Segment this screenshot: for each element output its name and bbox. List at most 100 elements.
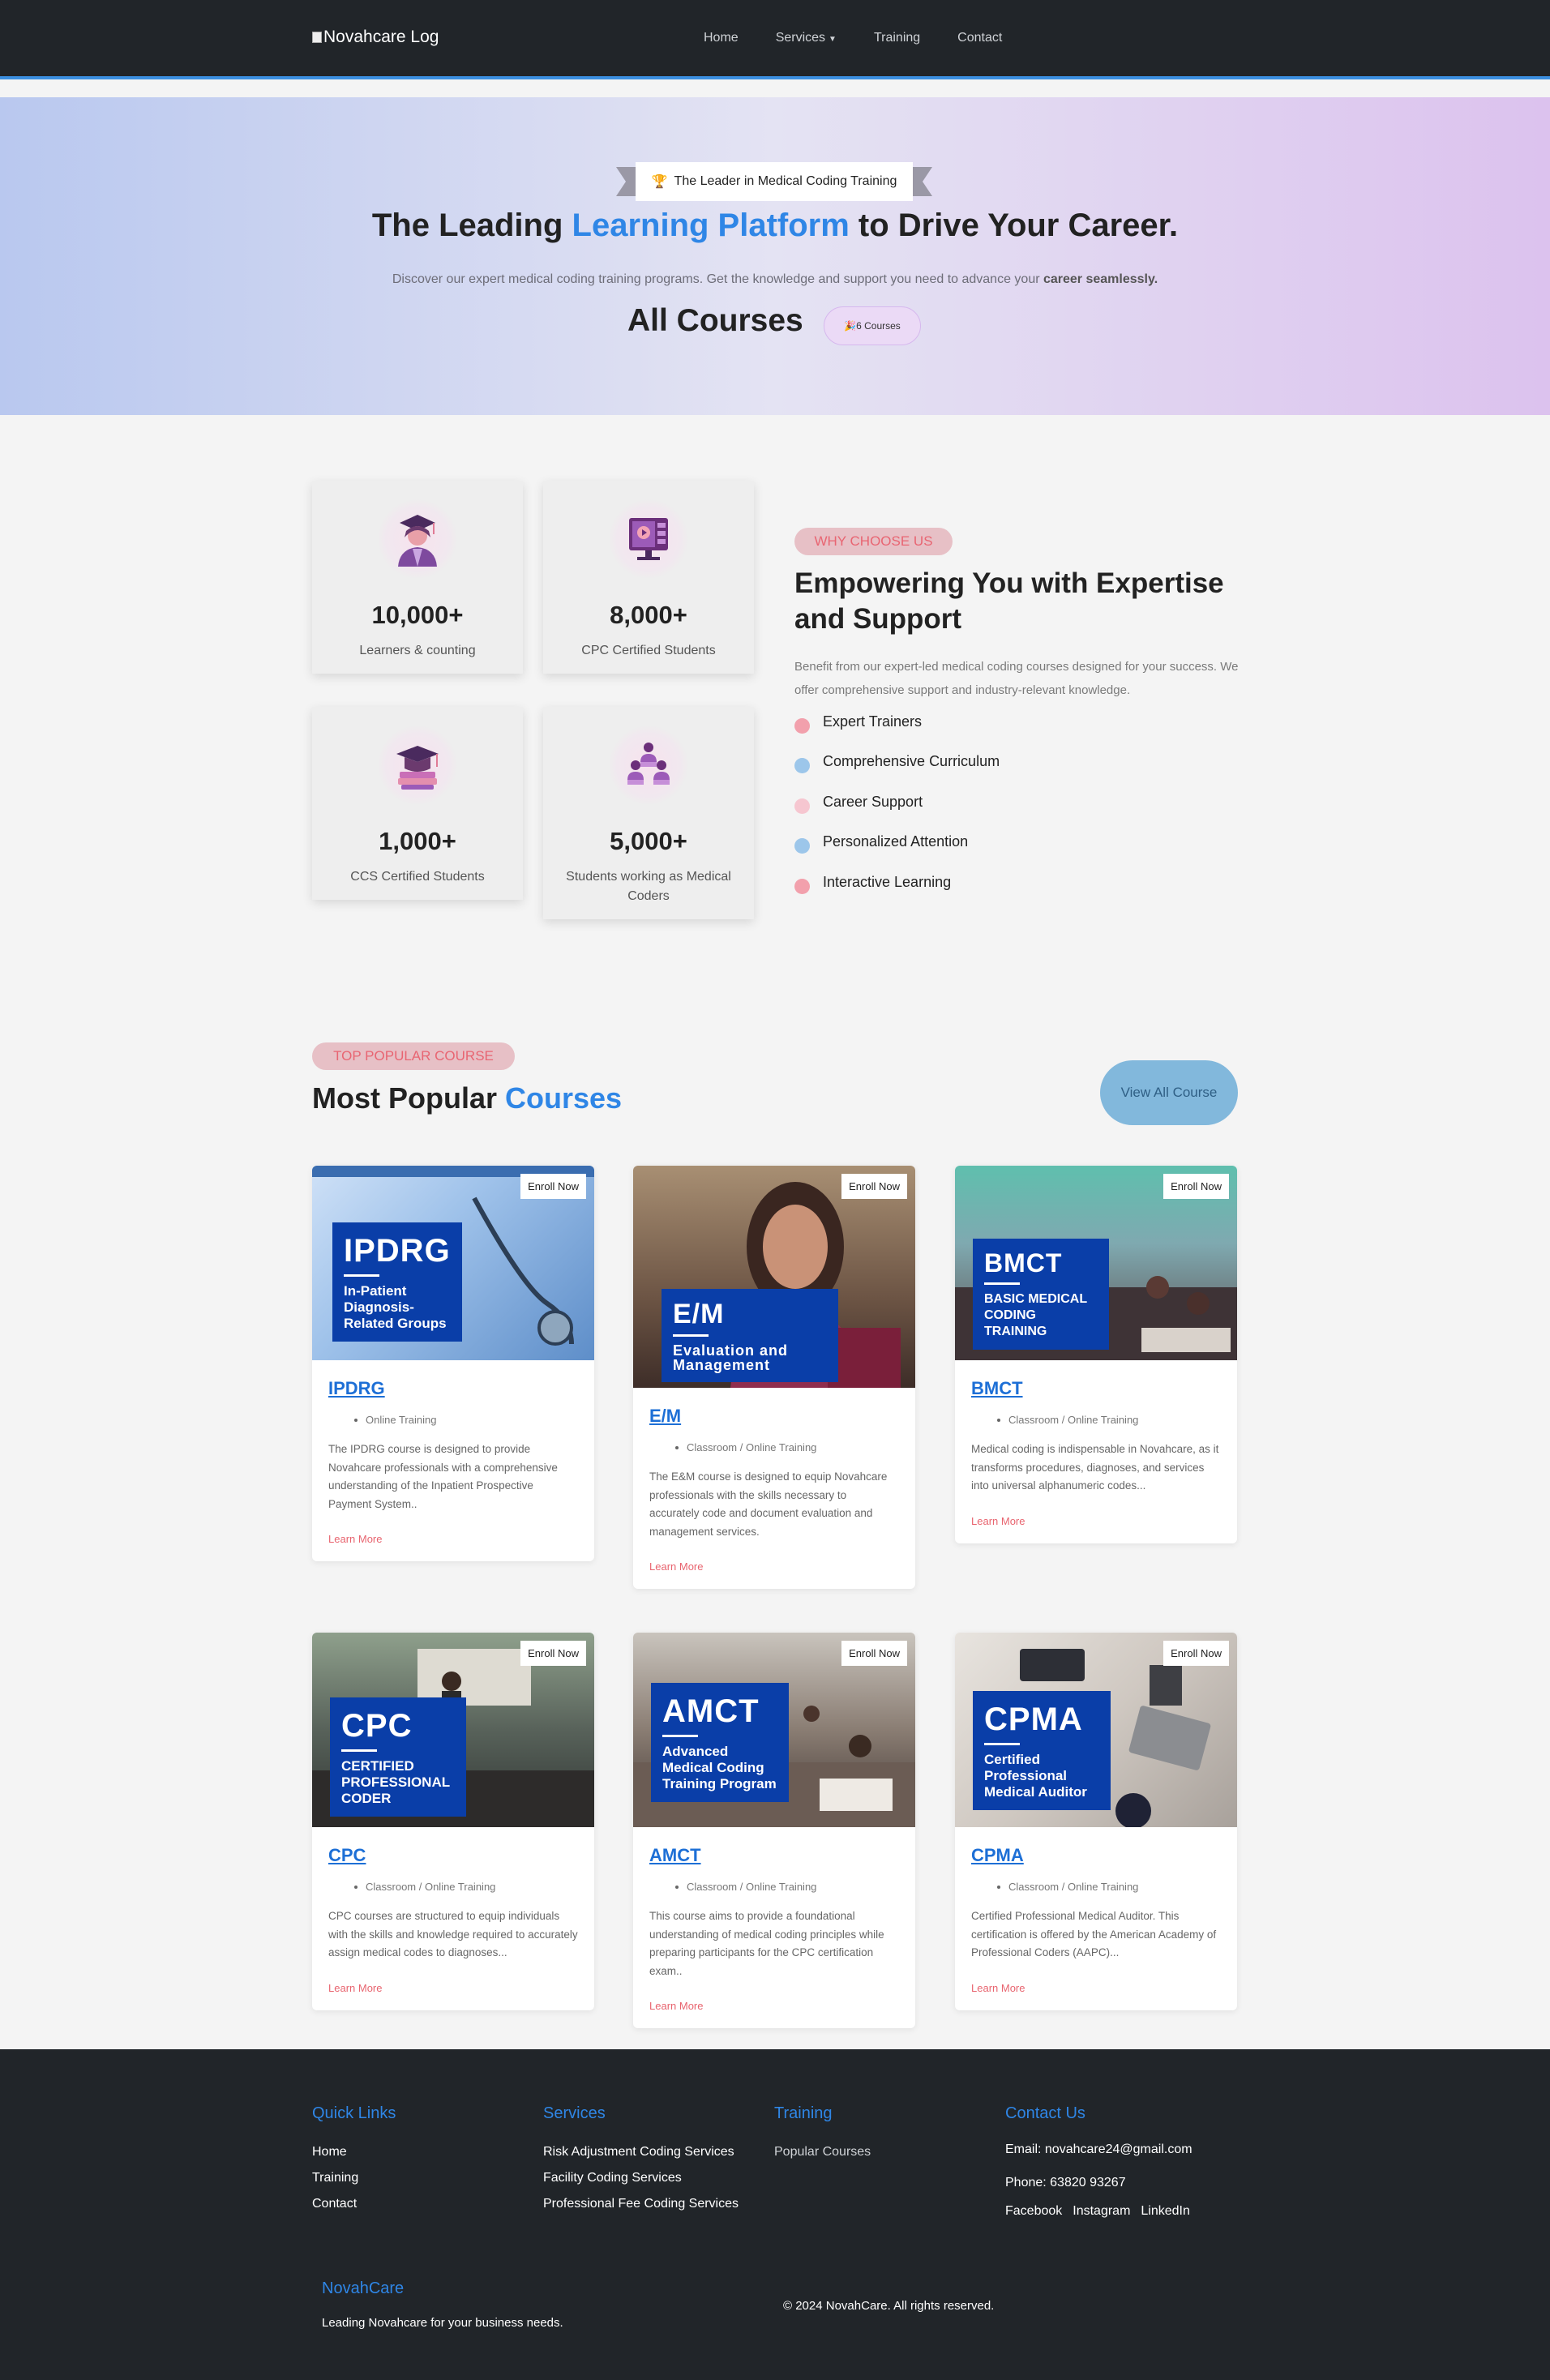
course-image: AMCT Advanced Medical Coding Training Pr… <box>633 1633 915 1827</box>
nav-link-services[interactable]: Services ▼ <box>776 31 837 45</box>
graduation-cap-books-icon <box>377 725 458 806</box>
footer-copyright: © 2024 NovahCare. All rights reserved. <box>783 2299 995 2313</box>
footer-phone: Phone: 63820 93267 <box>1005 2176 1126 2190</box>
course-title-link[interactable]: CPMA <box>971 1845 1024 1865</box>
course-card-amct: AMCT Advanced Medical Coding Training Pr… <box>633 1633 915 2028</box>
learn-more-link[interactable]: Learn More <box>971 1982 1221 1994</box>
learn-more-link[interactable]: Learn More <box>649 1560 899 1573</box>
nav-link-home[interactable]: Home <box>704 31 739 45</box>
course-description: Certified Professional Medical Auditor. … <box>971 1910 1217 1958</box>
nav-link-contact[interactable]: Contact <box>957 31 1002 45</box>
instagram-link[interactable]: Instagram <box>1073 2204 1130 2219</box>
learn-more-link[interactable]: Learn More <box>971 1515 1221 1527</box>
learn-more-link[interactable]: Learn More <box>649 2000 899 2012</box>
team-classroom-icon <box>608 725 689 806</box>
why-choose-us-tag: WHY CHOOSE US <box>794 528 953 555</box>
footer-link-training[interactable]: Training <box>312 2165 396 2191</box>
site-logo[interactable]: Novahcare Log <box>312 28 439 47</box>
stat-card-cpc: 8,000+ CPC Certified Students <box>543 481 754 674</box>
bullet-dot-icon <box>794 798 810 814</box>
footer-brand: NovahCare <box>322 2279 405 2297</box>
view-all-courses-button[interactable]: View All Course <box>1100 1060 1238 1125</box>
why-description: Benefit from our expert-led medical codi… <box>794 660 1239 697</box>
footer-email: Email: novahcare24@gmail.com <box>1005 2142 1192 2156</box>
learn-more-link[interactable]: Learn More <box>328 1982 578 1994</box>
course-mode-text: Classroom / Online Training <box>1008 1414 1139 1426</box>
course-mode: Classroom / Online Training <box>675 1441 899 1453</box>
course-badge-title: CPC <box>341 1708 413 1744</box>
stat-card-coders: 5,000+ Students working as Medical Coder… <box>543 707 754 919</box>
course-mode: Classroom / Online Training <box>354 1881 578 1893</box>
hero-ribbon: 🏆 The Leader in Medical Coding Training <box>616 162 932 201</box>
footer-services: Services Risk Adjustment Coding Services… <box>543 2104 739 2217</box>
enroll-now-button[interactable]: Enroll Now <box>520 1174 586 1199</box>
footer-link-risk-adjustment[interactable]: Risk Adjustment Coding Services <box>543 2139 739 2165</box>
top-popular-tag: TOP POPULAR COURSE <box>312 1042 515 1070</box>
feature-label: Expert Trainers <box>823 713 923 730</box>
facebook-link[interactable]: Facebook <box>1005 2204 1062 2219</box>
hero-title-part-a: The Leading <box>371 208 572 243</box>
logo-alt-text: Novahcare Log <box>323 28 439 46</box>
course-content: IPDRG Online Training The IPDRG course i… <box>312 1360 594 1561</box>
stat-label: Learners & counting <box>359 644 476 657</box>
popular-title-highlight: Courses <box>505 1081 623 1115</box>
badge-divider <box>984 1743 1020 1745</box>
enroll-now-button[interactable]: Enroll Now <box>841 1641 907 1666</box>
course-image: E/M Evaluation and Management Enroll Now <box>633 1166 915 1388</box>
course-title-link[interactable]: AMCT <box>649 1845 701 1865</box>
footer-quick-links-title: Quick Links <box>312 2104 396 2122</box>
footer-link-contact[interactable]: Contact <box>312 2191 396 2217</box>
bullet-dot-icon <box>794 718 810 734</box>
stat-label: CCS Certified Students <box>350 870 485 884</box>
stat-label: Students working as Medical Coders <box>566 870 731 903</box>
course-card-em: E/M Evaluation and Management Enroll Now… <box>633 1166 915 1589</box>
course-image: CPC CERTIFIED PROFESSIONAL CODER Enroll … <box>312 1633 594 1827</box>
hero-subtitle: Discover our expert medical coding train… <box>0 272 1550 287</box>
footer-contact-title: Contact Us <box>1005 2104 1085 2122</box>
footer-link-professional-fee[interactable]: Professional Fee Coding Services <box>543 2191 739 2217</box>
footer-link-home[interactable]: Home <box>312 2139 396 2165</box>
course-mode-text: Classroom / Online Training <box>366 1881 496 1893</box>
stat-value: 8,000+ <box>610 601 687 629</box>
why-title: Empowering You with Expertise and Suppor… <box>794 567 1224 635</box>
stat-card-ccs: 1,000+ CCS Certified Students <box>312 707 523 900</box>
enroll-now-button[interactable]: Enroll Now <box>1163 1641 1229 1666</box>
course-badge-subtitle: BASIC MEDICAL CODING TRAINING <box>984 1292 1087 1338</box>
course-mode: Online Training <box>354 1414 578 1426</box>
ribbon-text: The Leader in Medical Coding Training <box>674 174 897 188</box>
footer <box>0 2049 1550 2380</box>
enroll-now-button[interactable]: Enroll Now <box>1163 1174 1229 1199</box>
course-description: This course aims to provide a foundation… <box>649 1910 884 1977</box>
enroll-now-button[interactable]: Enroll Now <box>841 1174 907 1199</box>
footer-link-popular-courses[interactable]: Popular Courses <box>774 2139 871 2165</box>
course-mode-text: Classroom / Online Training <box>687 1881 817 1893</box>
course-mode-text: Online Training <box>366 1414 437 1426</box>
course-badge-subtitle: CERTIFIED PROFESSIONAL CODER <box>341 1758 450 1806</box>
ribbon-body: 🏆 The Leader in Medical Coding Training <box>636 162 913 201</box>
feature-label: Career Support <box>823 794 923 810</box>
linkedin-link[interactable]: LinkedIn <box>1141 2204 1190 2219</box>
footer-quick-links: Quick Links Home Training Contact <box>312 2104 396 2217</box>
footer-contact: Contact Us Email: novahcare24@gmail.com … <box>1005 2104 1192 2219</box>
stat-card-learners: 10,000+ Learners & counting <box>312 481 523 674</box>
all-courses-heading: All Courses <box>627 303 803 338</box>
enroll-now-button[interactable]: Enroll Now <box>520 1641 586 1666</box>
course-badge: BMCT BASIC MEDICAL CODING TRAINING <box>973 1239 1109 1350</box>
course-title-link[interactable]: CPC <box>328 1845 366 1865</box>
learn-more-link[interactable]: Learn More <box>328 1533 578 1545</box>
nav-link-training[interactable]: Training <box>874 31 920 45</box>
course-title-link[interactable]: IPDRG <box>328 1378 385 1398</box>
caret-down-icon: ▼ <box>829 35 837 44</box>
course-badge: CPC CERTIFIED PROFESSIONAL CODER <box>330 1697 466 1817</box>
course-content: E/M Classroom / Online Training The E&M … <box>633 1388 915 1589</box>
course-badge-title: IPDRG <box>344 1233 451 1269</box>
footer-link-facility-coding[interactable]: Facility Coding Services <box>543 2165 739 2191</box>
course-badge: IPDRG In-Patient Diagnosis-Related Group… <box>332 1222 462 1342</box>
hero-title-part-c: to Drive Your Career. <box>849 208 1179 243</box>
stat-value: 10,000+ <box>371 601 464 629</box>
course-mode-text: Classroom / Online Training <box>1008 1881 1139 1893</box>
feature-label: Personalized Attention <box>823 833 969 850</box>
course-title-link[interactable]: E/M <box>649 1406 681 1426</box>
course-card-bmct: BMCT BASIC MEDICAL CODING TRAINING Enrol… <box>955 1166 1237 1543</box>
course-title-link[interactable]: BMCT <box>971 1378 1023 1398</box>
